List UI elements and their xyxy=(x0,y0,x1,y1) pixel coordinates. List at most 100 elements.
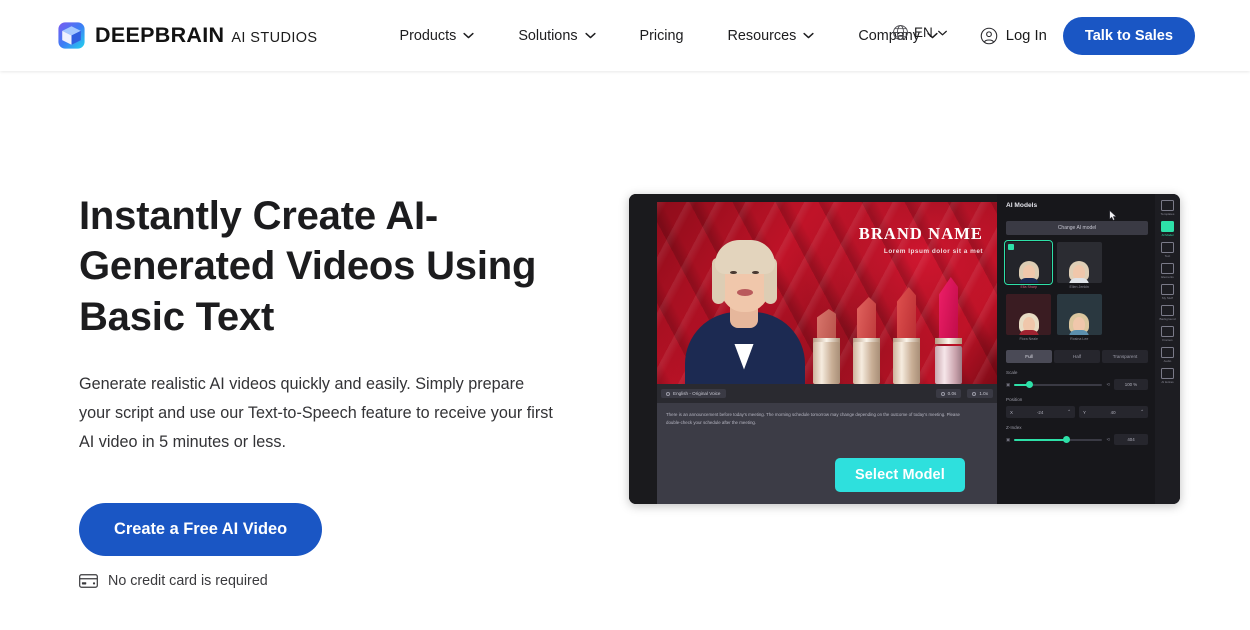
app-preview: BRAND NAME Lorem Ipsum dolor sit a met E… xyxy=(629,194,1180,504)
no-credit-card-note: No credit card is required xyxy=(79,573,560,589)
rail-item-elements[interactable]: Elements xyxy=(1161,263,1174,279)
model-cell-2[interactable]: Flora Neale xyxy=(1006,294,1052,341)
brand-logo[interactable]: DEEPBRAIN AI STUDIOS xyxy=(58,22,318,49)
model-face xyxy=(1069,313,1089,335)
rail-label: Audio xyxy=(1163,359,1172,363)
language-selector[interactable]: EN xyxy=(892,24,947,41)
model-cell-1[interactable]: Ellen Jenkin xyxy=(1056,242,1103,289)
z-index-control-row: ▣ ⟲ 404 xyxy=(1006,434,1148,445)
scale-lock-icon[interactable]: ▣ xyxy=(1006,382,1010,388)
model-face xyxy=(1069,261,1089,283)
model-cell-3[interactable]: Rosina Lee xyxy=(1056,294,1103,341)
scale-slider[interactable] xyxy=(1014,381,1103,388)
scale-reset-icon[interactable]: ⟲ xyxy=(1106,382,1110,388)
audio-icon xyxy=(1161,347,1174,358)
nav-item-pricing[interactable]: Pricing xyxy=(618,22,706,50)
stepper-icon[interactable]: ⌃ xyxy=(1067,409,1071,415)
position-x-field[interactable]: X -24 ⌃ xyxy=(1006,406,1075,418)
scale-label: Scale xyxy=(1006,370,1018,375)
position-y-value: 40 xyxy=(1110,409,1116,415)
mouse-cursor-icon xyxy=(1109,210,1117,221)
main-navigation: Products Solutions Pricing Resources Com… xyxy=(378,22,960,50)
presenter-eye-right xyxy=(752,270,759,274)
position-x-value: -24 xyxy=(1036,409,1044,415)
presenter-hair-top xyxy=(715,240,775,274)
model-thumbnail-grid: Ella Sharp Ellen Jenkin Flora Neale Rosi… xyxy=(1004,240,1103,341)
note-label: No credit card is required xyxy=(108,572,268,589)
select-model-button[interactable]: Select Model xyxy=(835,458,965,492)
rail-label: Background xyxy=(1159,317,1176,321)
z-index-value[interactable]: 404 xyxy=(1114,434,1148,445)
speed-icon xyxy=(972,391,977,396)
model-thumbnail xyxy=(1056,294,1102,335)
my-stuff-icon xyxy=(1161,284,1174,295)
templates-icon xyxy=(1161,200,1174,211)
stage-toolbar: English - Original Voice 0.0s 1.0x xyxy=(657,384,997,403)
z-index-label: Z-Index xyxy=(1006,425,1022,430)
model-cell-0[interactable]: Ella Sharp xyxy=(1004,240,1053,289)
segment-half[interactable]: Half xyxy=(1054,350,1100,363)
rail-item-my-stuff[interactable]: My Stuff xyxy=(1161,284,1174,300)
rail-item-templates[interactable]: Templates xyxy=(1160,200,1175,216)
rail-item-ai-extras[interactable]: AI Extras xyxy=(1161,368,1174,384)
presenter-mouth xyxy=(737,289,753,296)
rail-label: Text xyxy=(1164,254,1171,258)
globe-icon xyxy=(893,25,908,40)
create-free-ai-video-button[interactable]: Create a Free AI Video xyxy=(79,502,323,556)
stage-brand-tagline: Lorem Ipsum dolor sit a met xyxy=(883,248,983,255)
ai-models-panel: AI Models Change AI model Ella Sharp Ell… xyxy=(997,194,1157,504)
position-y-field[interactable]: Y 40 ⌃ xyxy=(1079,406,1148,418)
z-index-slider[interactable] xyxy=(1014,436,1103,443)
rail-item-ai-model[interactable]: AI Model xyxy=(1161,221,1174,237)
model-name: Flora Neale xyxy=(1019,337,1039,341)
credit-card-icon xyxy=(79,573,98,588)
nav-item-solutions[interactable]: Solutions xyxy=(496,22,617,50)
nav-label: Solutions xyxy=(518,27,578,44)
script-text: There is an announcement before today's … xyxy=(666,412,960,426)
scale-value[interactable]: 100 % xyxy=(1114,379,1148,390)
toolbar-right-group: 0.0s 1.0x xyxy=(935,389,993,398)
speed-chip[interactable]: 1.0x xyxy=(967,389,993,398)
clock-icon xyxy=(940,391,945,396)
nav-label: Pricing xyxy=(639,27,684,44)
header-actions: Log In Talk to Sales xyxy=(980,16,1195,55)
z-index-reset-icon[interactable]: ⟲ xyxy=(1106,437,1110,443)
speed-label: 1.0x xyxy=(979,391,988,396)
model-name: Ella Sharp xyxy=(1020,285,1038,289)
language-label: EN xyxy=(914,25,933,40)
model-name: Rosina Lee xyxy=(1070,337,1089,341)
page-title: Instantly Create AI-Generated Videos Usi… xyxy=(79,194,537,339)
rail-item-frames[interactable]: Frames xyxy=(1161,326,1174,342)
rail-label: Templates xyxy=(1160,212,1175,216)
crop-mode-segmented-control: Full Half Transparent xyxy=(1006,350,1148,363)
rail-item-background[interactable]: Background xyxy=(1159,305,1176,321)
hero-content: Instantly Create AI-Generated Videos Usi… xyxy=(0,191,560,589)
background-icon xyxy=(1160,305,1174,316)
nav-label: Products xyxy=(399,27,457,44)
site-header: DEEPBRAIN AI STUDIOS Products Solutions … xyxy=(0,0,1250,71)
lipstick-product-group xyxy=(813,276,993,384)
rail-label: AI Extras xyxy=(1161,380,1174,384)
segment-full[interactable]: Full xyxy=(1006,350,1052,363)
model-thumbnail xyxy=(1006,294,1051,335)
z-index-lock-icon[interactable]: ▣ xyxy=(1006,437,1010,443)
segment-transparent[interactable]: Transparent xyxy=(1102,350,1148,363)
brand-wordmark: DEEPBRAIN AI STUDIOS xyxy=(95,23,318,48)
model-thumbnail xyxy=(1056,242,1102,283)
nav-item-products[interactable]: Products xyxy=(378,22,497,50)
rail-item-text[interactable]: Text xyxy=(1161,242,1174,258)
rail-item-audio[interactable]: Audio xyxy=(1161,347,1174,363)
duration-chip[interactable]: 0.0s xyxy=(935,389,962,398)
stepper-icon[interactable]: ⌃ xyxy=(1140,409,1144,415)
position-control-row: X -24 ⌃ Y 40 ⌃ xyxy=(1006,406,1148,418)
rail-label: AI Model xyxy=(1161,233,1174,237)
login-button[interactable]: Log In xyxy=(980,27,1047,45)
elements-icon xyxy=(1161,263,1174,274)
nav-item-resources[interactable]: Resources xyxy=(706,22,837,50)
talk-to-sales-button[interactable]: Talk to Sales xyxy=(1062,16,1195,55)
change-ai-model-button[interactable]: Change AI model xyxy=(1006,221,1148,235)
video-stage[interactable]: BRAND NAME Lorem Ipsum dolor sit a met xyxy=(657,202,997,384)
rail-label: My Stuff xyxy=(1162,296,1173,300)
voice-language-chip[interactable]: English - Original Voice xyxy=(661,389,726,398)
ai-extras-icon xyxy=(1161,368,1174,379)
